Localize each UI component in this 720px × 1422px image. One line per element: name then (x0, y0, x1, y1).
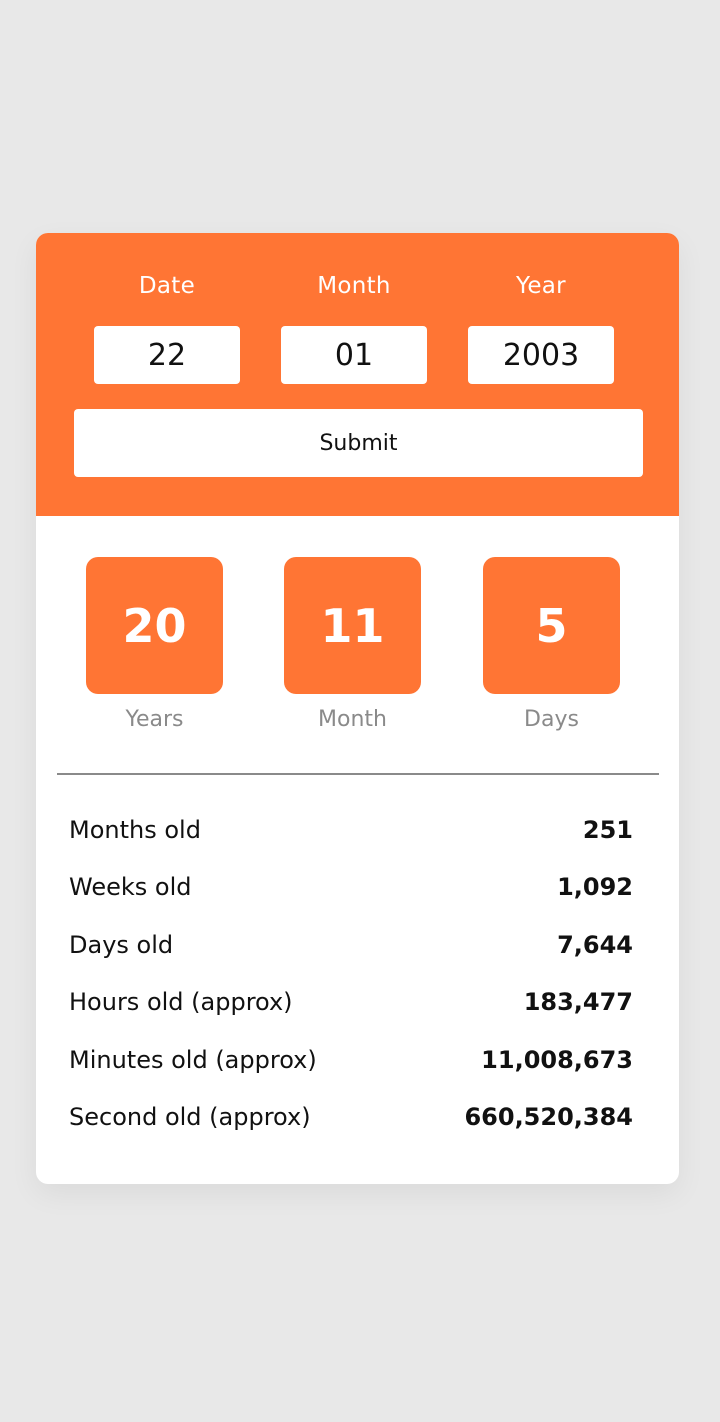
stat-row-seconds: Second old (approx) 660,520,384 (69, 1089, 633, 1147)
stat-label: Second old (approx) (69, 1103, 311, 1132)
stat-row-months: Months old 251 (69, 801, 633, 859)
months-result-label: Month (318, 707, 387, 732)
stat-label: Days old (69, 930, 174, 959)
stat-label: Minutes old (approx) (69, 1045, 317, 1074)
date-input-panel: Date Month Year Submit (36, 233, 679, 516)
stat-value: 251 (582, 815, 633, 844)
month-input[interactable] (281, 326, 427, 384)
days-result-label: Days (524, 707, 579, 732)
stat-value: 7,644 (557, 930, 633, 959)
stat-value: 660,520,384 (464, 1103, 633, 1132)
stat-value: 183,477 (523, 988, 633, 1017)
stat-label: Hours old (approx) (69, 988, 293, 1017)
stat-row-weeks: Weeks old 1,092 (69, 859, 633, 917)
years-result-box: 20 (86, 557, 223, 694)
days-result-box: 5 (483, 557, 620, 694)
stat-value: 1,092 (557, 873, 633, 902)
year-label: Year (516, 273, 566, 299)
divider (57, 773, 659, 775)
month-label: Month (317, 273, 391, 299)
age-calculator-card: Date Month Year Submit 20 11 5 Years Mon… (36, 233, 679, 1184)
age-stats-list: Months old 251 Weeks old 1,092 Days old … (69, 801, 633, 1146)
stat-value: 11,008,673 (481, 1045, 633, 1074)
stat-label: Months old (69, 815, 201, 844)
submit-button[interactable]: Submit (74, 409, 643, 477)
date-input[interactable] (94, 326, 240, 384)
stat-row-hours: Hours old (approx) 183,477 (69, 974, 633, 1032)
stat-label: Weeks old (69, 873, 192, 902)
stat-row-minutes: Minutes old (approx) 11,008,673 (69, 1031, 633, 1089)
date-label: Date (138, 273, 196, 299)
stat-row-days: Days old 7,644 (69, 916, 633, 974)
years-result-label: Years (125, 707, 184, 732)
year-input[interactable] (468, 326, 614, 384)
months-result-box: 11 (284, 557, 421, 694)
